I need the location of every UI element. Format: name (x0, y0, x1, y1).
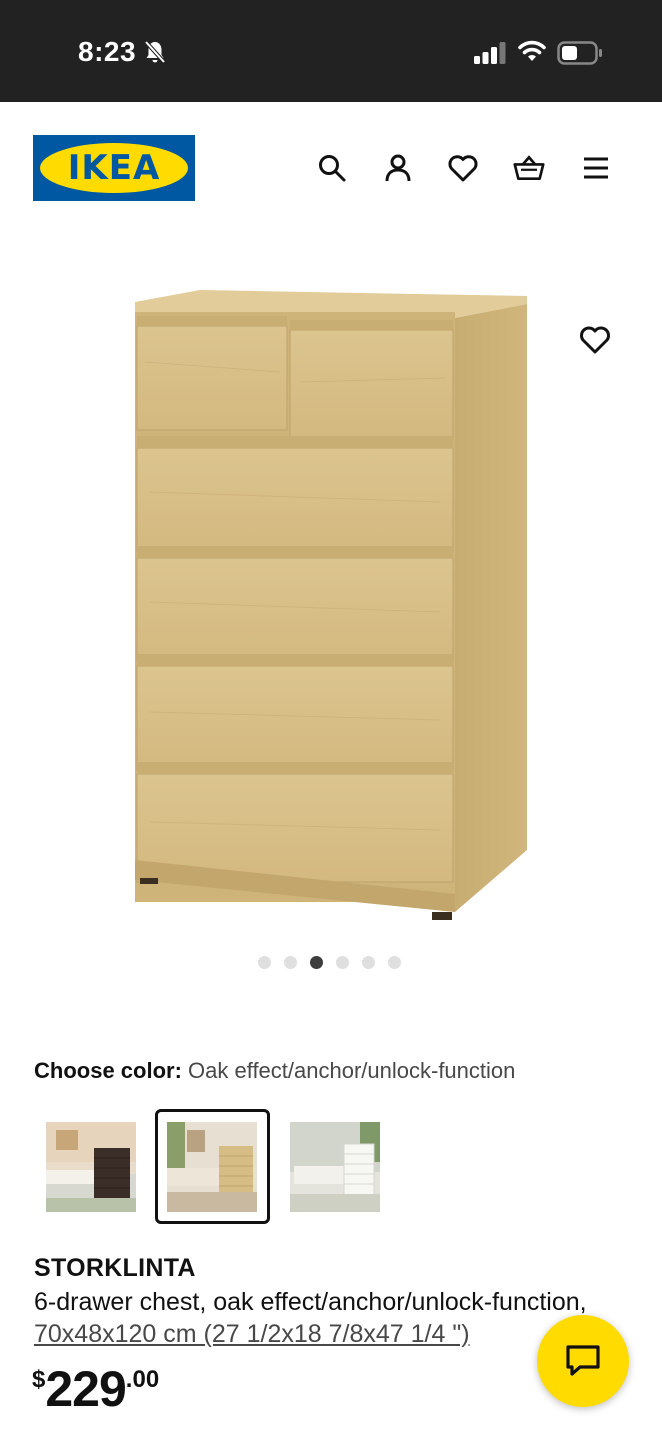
product-image[interactable] (120, 282, 540, 927)
account-icon[interactable] (382, 152, 414, 184)
price-decimal: .00 (125, 1366, 160, 1393)
basket-icon[interactable] (513, 152, 545, 184)
bell-slash-icon (144, 40, 166, 69)
gallery-pagination (258, 956, 401, 969)
battery-icon (557, 41, 603, 70)
product-price: $229.00 (32, 1360, 159, 1418)
logo-wordmark: IKEA (67, 148, 161, 188)
product-description: 6-drawer chest, oak effect/anchor/unlock… (34, 1286, 594, 1350)
gallery-dot[interactable] (362, 956, 375, 969)
color-swatch-white[interactable] (290, 1122, 380, 1212)
color-chooser-label: Choose color: Oak effect/anchor/unlock-f… (34, 1058, 515, 1084)
price-currency: $ (32, 1366, 46, 1393)
wifi-icon (517, 39, 547, 68)
ikea-logo[interactable]: IKEA ® (33, 135, 195, 201)
gallery-dot[interactable] (258, 956, 271, 969)
site-header: IKEA ® (0, 102, 662, 232)
gallery-dot[interactable] (336, 956, 349, 969)
product-name: STORKLINTA (34, 1254, 196, 1282)
gallery-dot-active[interactable] (310, 956, 323, 969)
heart-icon[interactable] (447, 152, 479, 184)
selected-color-value: Oak effect/anchor/unlock-function (188, 1058, 516, 1083)
gallery-dot[interactable] (388, 956, 401, 969)
add-to-favorites-button[interactable] (578, 324, 614, 358)
cellular-signal-icon (474, 42, 506, 69)
price-integer: 229 (45, 1361, 126, 1417)
choose-color-label: Choose color: (34, 1058, 182, 1083)
menu-icon[interactable] (580, 152, 612, 184)
gallery-dot[interactable] (284, 956, 297, 969)
chat-icon (566, 1345, 600, 1376)
search-icon[interactable] (316, 152, 348, 184)
color-swatch-black-brown[interactable] (46, 1122, 136, 1212)
color-swatch-oak-effect[interactable] (167, 1122, 257, 1212)
product-measurements-link[interactable]: 70x48x120 cm (27 1/2x18 7/8x47 1/4 ") (34, 1320, 470, 1348)
status-bar: 8:23 (0, 0, 662, 102)
product-type: 6-drawer chest, oak effect/anchor/unlock… (34, 1288, 587, 1316)
chat-button[interactable] (537, 1315, 629, 1407)
status-time: 8:23 (78, 36, 137, 67)
